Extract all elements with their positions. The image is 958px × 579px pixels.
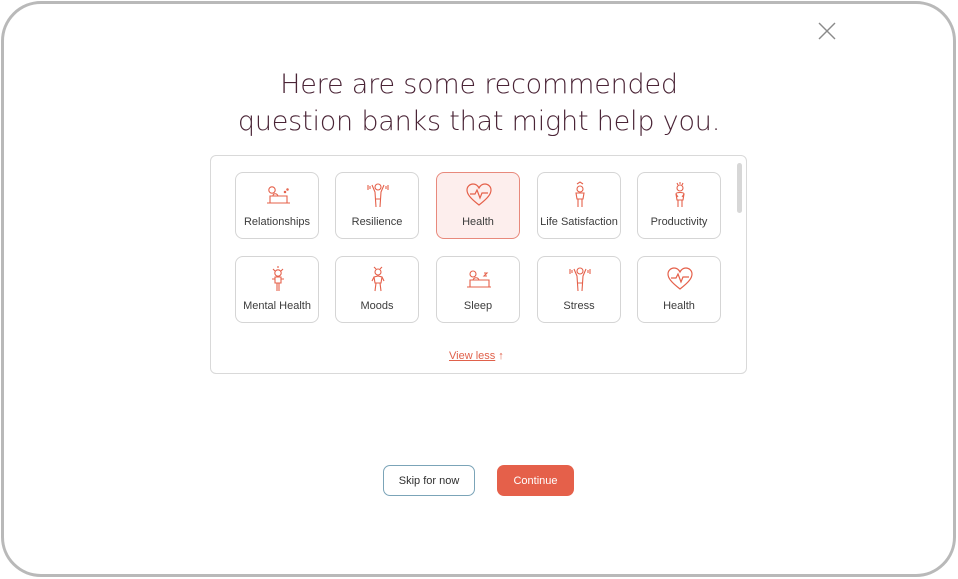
bed-sleep-icon bbox=[464, 265, 494, 293]
bank-tile-health-2[interactable]: Health bbox=[637, 256, 721, 323]
bank-tile-life-satisfaction[interactable]: Life Satisfaction bbox=[537, 172, 621, 239]
view-less-label: View less bbox=[449, 350, 496, 362]
person-head-icon bbox=[263, 265, 293, 293]
continue-button[interactable]: Continue bbox=[497, 465, 574, 496]
bank-tile-resilience[interactable]: Resilience bbox=[335, 172, 419, 239]
person-star-icon bbox=[565, 181, 595, 209]
person-shake-icon bbox=[565, 265, 595, 293]
bank-tile-health[interactable]: Health bbox=[436, 172, 520, 239]
bank-tile-mental-health[interactable]: Mental Health bbox=[235, 256, 319, 323]
bank-label: Life Satisfaction bbox=[540, 216, 618, 228]
panel-scrollbar[interactable] bbox=[737, 163, 742, 213]
bank-tile-productivity[interactable]: Productivity bbox=[637, 172, 721, 239]
bank-label: Sleep bbox=[463, 300, 493, 312]
view-less-link[interactable]: View less ↑ bbox=[449, 350, 504, 362]
bank-tile-sleep[interactable]: Sleep bbox=[436, 256, 520, 323]
bank-tile-stress[interactable]: Stress bbox=[537, 256, 621, 323]
heart-pulse-icon bbox=[464, 181, 494, 209]
arrow-up-icon: ↑ bbox=[498, 350, 504, 362]
bank-label: Mental Health bbox=[243, 300, 311, 312]
bank-label: Relationships bbox=[243, 216, 311, 228]
bank-label: Health bbox=[462, 216, 494, 228]
bank-tile-moods[interactable]: Moods bbox=[335, 256, 419, 323]
person-arms-up-icon bbox=[363, 181, 393, 209]
bank-label: Productivity bbox=[650, 216, 708, 228]
person-mood-icon bbox=[363, 265, 393, 293]
page-title-line-2: question banks that might help you. bbox=[237, 106, 721, 137]
skip-button[interactable]: Skip for now bbox=[383, 465, 475, 496]
bank-label: Stress bbox=[563, 300, 595, 312]
bank-label: Health bbox=[663, 300, 695, 312]
close-icon bbox=[818, 22, 836, 40]
close-button[interactable] bbox=[816, 20, 838, 42]
person-stressed-icon bbox=[665, 181, 695, 209]
heart-pulse-icon bbox=[665, 265, 695, 293]
bank-label: Moods bbox=[360, 300, 394, 312]
page-title-line-1: Here are some recommended bbox=[280, 69, 678, 100]
bank-label: Resilience bbox=[351, 216, 403, 228]
bank-tile-relationships[interactable]: Relationships bbox=[235, 172, 319, 239]
page-title: Here are some recommended question banks… bbox=[0, 66, 958, 140]
couple-bed-icon bbox=[263, 181, 293, 209]
